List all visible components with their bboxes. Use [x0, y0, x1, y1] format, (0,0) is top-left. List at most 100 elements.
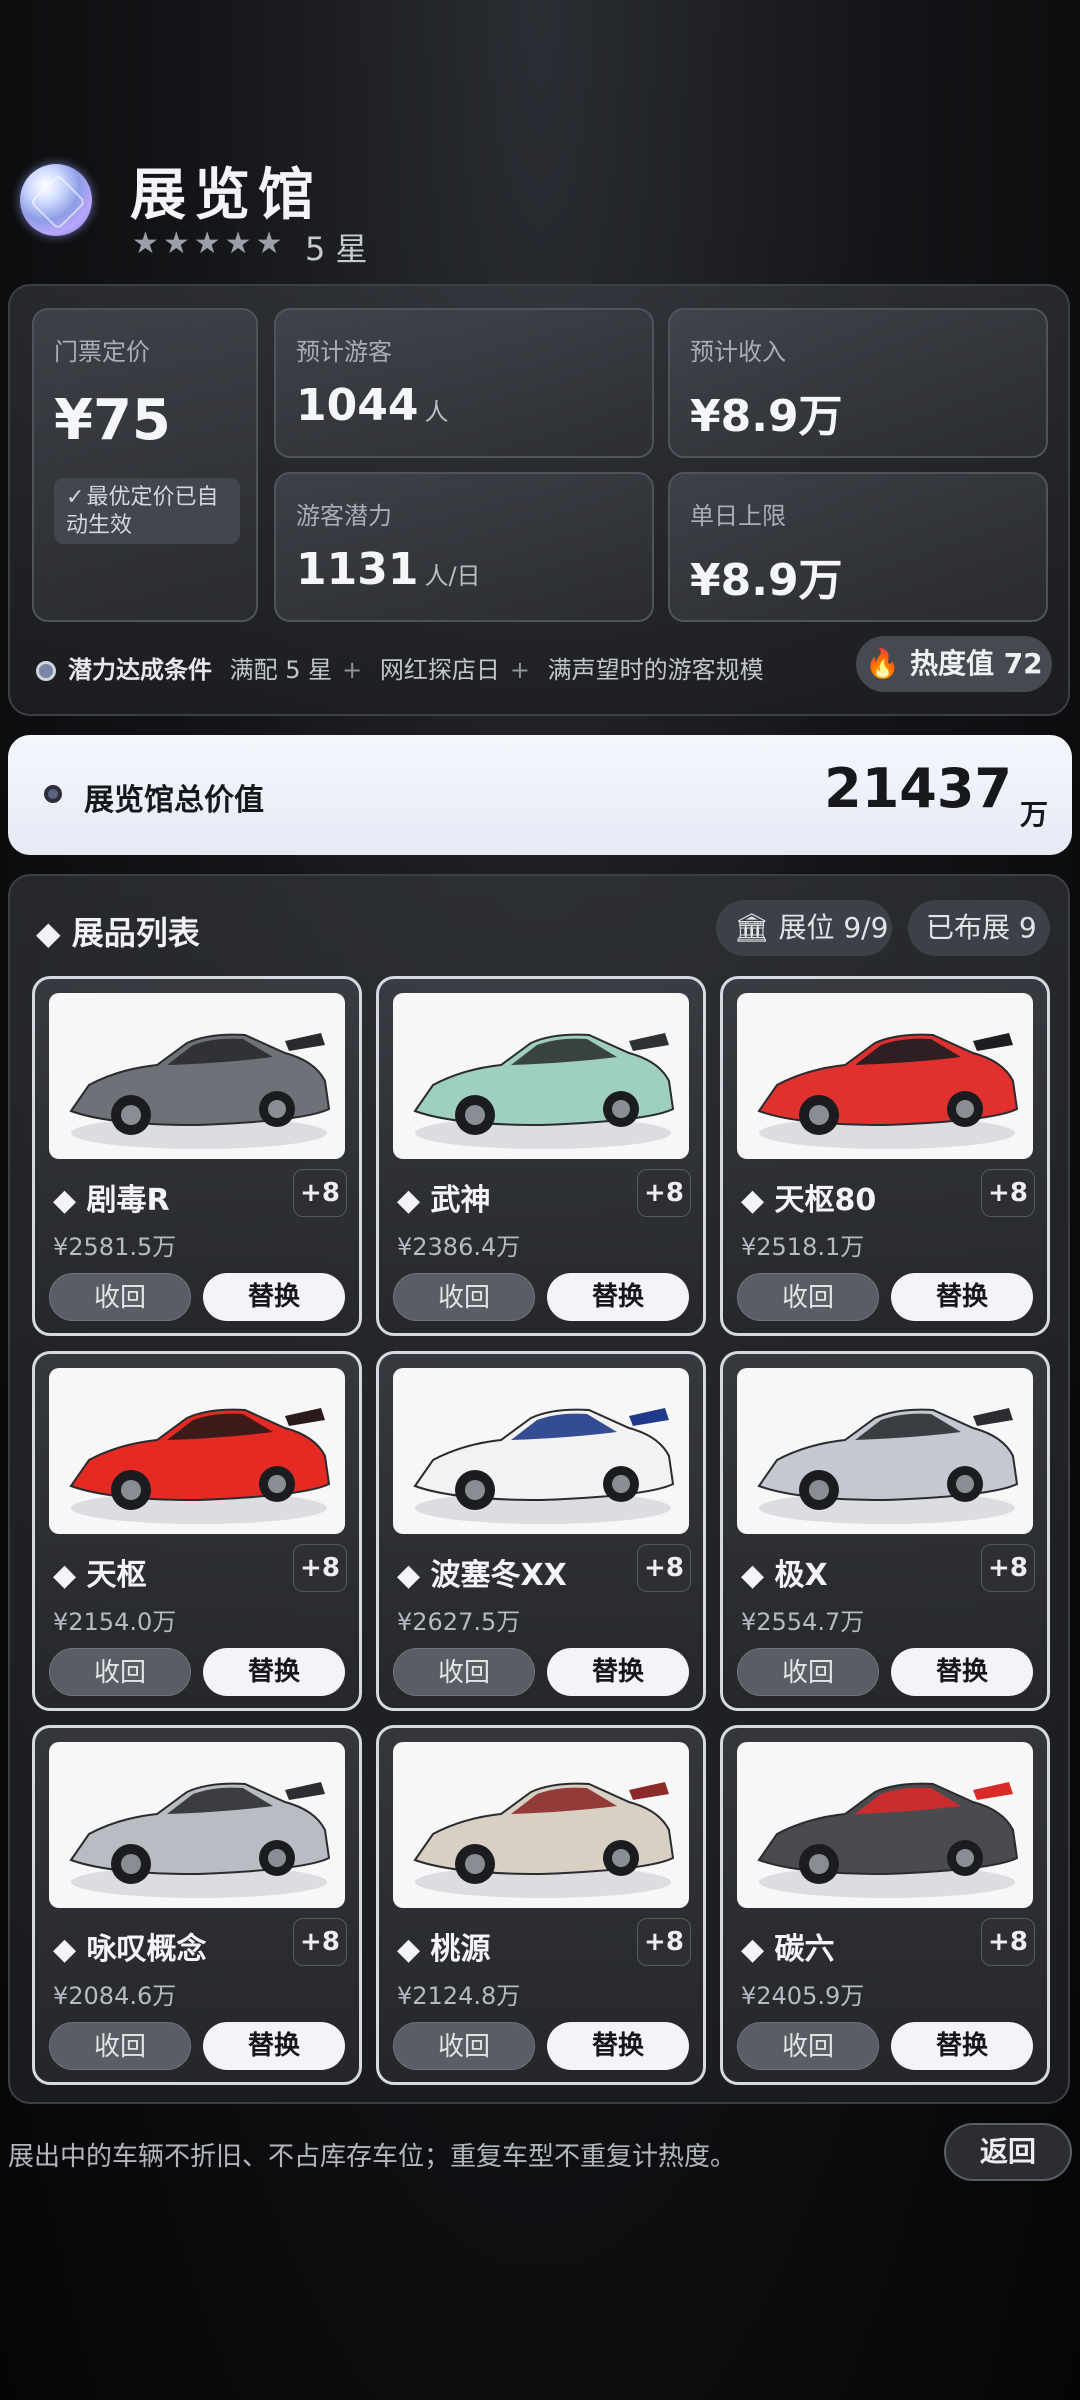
car-image [393, 1742, 689, 1908]
heat-value-badge: 🔥 热度值 72 [856, 636, 1052, 692]
total-value-number: 21437 [824, 757, 1012, 820]
exhibited-count-badge: 已布展 9 [908, 900, 1050, 956]
car-name: ◆ 极X [741, 1558, 828, 1593]
exhibit-list-panel: ◆ 展品列表 🏛 展位 9/9 已布展 9 ◆ 剧毒R +8 ¥2581.5万 收回替… [8, 874, 1070, 2104]
replace-button[interactable]: 替换 [547, 1273, 689, 1321]
car-image [49, 1742, 345, 1908]
expected-income-label: 预计收入 [690, 338, 786, 366]
car-image [737, 993, 1033, 1159]
exhibit-card[interactable]: ◆ 桃源 +8 ¥2124.8万收回 替换 [376, 1725, 706, 2085]
replace-button[interactable]: 替换 [203, 1648, 345, 1696]
car-bonus-badge: +8 [637, 1918, 691, 1966]
visitor-potential-card: 游客潜力 1131 人/日 [274, 472, 654, 622]
return-button[interactable]: 返回 [944, 2123, 1072, 2181]
car-value: ¥2084.6万 [53, 1982, 177, 2010]
car-name: ◆ 天枢 [53, 1558, 147, 1593]
car-value: ¥2405.9万 [741, 1982, 865, 2010]
total-value-label: 展览馆总价值 [84, 783, 264, 818]
exhibit-card[interactable]: ◆ 碳六 +8 ¥2405.9万收回 替换 [720, 1725, 1050, 2085]
car-bonus-badge: +8 [293, 1169, 347, 1217]
ticket-price-card[interactable]: 门票定价 ¥75 ✓最优定价已自动生效 [32, 308, 258, 622]
car-value: ¥2124.8万 [397, 1982, 521, 2010]
retrieve-button[interactable]: 收回 [49, 1273, 191, 1321]
car-name: ◆ 桃源 [397, 1932, 491, 1967]
car-name: ◆ 天枢80 [741, 1183, 877, 1218]
replace-button[interactable]: 替换 [203, 2022, 345, 2070]
car-bonus-badge: +8 [293, 1918, 347, 1966]
retrieve-button[interactable]: 收回 [49, 1648, 191, 1696]
retrieve-button[interactable]: 收回 [393, 1648, 535, 1696]
check-icon: ✓ [66, 485, 85, 510]
replace-button[interactable]: 替换 [891, 2022, 1033, 2070]
total-value-unit: 万 [1019, 798, 1048, 831]
condition-dot-icon [36, 661, 56, 681]
expected-visitors-card: 预计游客 1044 人 [274, 308, 654, 458]
visitor-potential-value: 1131 人/日 [296, 544, 481, 595]
exhibit-card[interactable]: ◆ 天枢 +8 ¥2154.0万 收回 替换 [32, 1351, 362, 1711]
exhibit-card[interactable]: ◆ 波塞冬XX +8 ¥2627.5万收回 替换 [376, 1351, 706, 1711]
replace-button[interactable]: 替换 [891, 1648, 1033, 1696]
exhibit-card[interactable]: ◆ 剧毒R +8 ¥2581.5万收回 替换 [32, 976, 362, 1336]
car-name: ◆ 武神 [397, 1183, 491, 1218]
retrieve-button[interactable]: 收回 [393, 1273, 535, 1321]
exhibit-card[interactable]: ◆ 武神 +8 ¥2386.4万收回 替换 [376, 976, 706, 1336]
replace-button[interactable]: 替换 [203, 1273, 345, 1321]
stats-panel: 门票定价 ¥75 ✓最优定价已自动生效 预计游客 1044 人 预计收入 ¥8.9… [8, 284, 1070, 716]
fire-icon: 🔥 [865, 647, 901, 680]
slot-count-badge: 🏛 展位 9/9 [716, 900, 892, 956]
total-value-icon [44, 785, 62, 803]
car-name: ◆ 咏叹概念 [53, 1932, 207, 1967]
ticket-price-value: ¥75 [54, 388, 171, 453]
car-name: ◆ 碳六 [741, 1932, 835, 1967]
ticket-price-label: 门票定价 [54, 338, 150, 366]
daily-cap-label: 单日上限 [690, 502, 786, 530]
expected-income-value: ¥8.9万 [690, 391, 843, 442]
car-name: ◆ 波塞冬XX [397, 1558, 567, 1593]
total-value-bar: 展览馆总价值 21437 万 [8, 735, 1072, 855]
replace-button[interactable]: 替换 [547, 2022, 689, 2070]
car-bonus-badge: +8 [637, 1169, 691, 1217]
page-title: 展览馆 [130, 163, 322, 228]
expected-visitors-label: 预计游客 [296, 338, 392, 366]
car-image [737, 1742, 1033, 1908]
retrieve-button[interactable]: 收回 [737, 2022, 879, 2070]
car-value: ¥2154.0万 [53, 1608, 177, 1636]
exhibit-card[interactable]: ◆ 极X +8 ¥2554.7万收回 替换 [720, 1351, 1050, 1711]
car-name: ◆ 剧毒R [53, 1183, 170, 1218]
car-image [393, 993, 689, 1159]
replace-button[interactable]: 替换 [547, 1648, 689, 1696]
star-rating-icon: ★★★★★ [132, 226, 287, 261]
exhibit-card[interactable]: ◆ 咏叹概念 +8 ¥2084.6万收回 替换 [32, 1725, 362, 2085]
retrieve-button[interactable]: 收回 [737, 1273, 879, 1321]
header: 展览馆 ★★★★★ 5 星 [20, 150, 1060, 270]
car-image [737, 1368, 1033, 1534]
exhibit-card[interactable]: ◆ 天枢80 +8 ¥2518.1万 收回 替换 [720, 976, 1050, 1336]
optimal-price-badge: ✓最优定价已自动生效 [54, 478, 240, 544]
car-value: ¥2581.5万 [53, 1233, 177, 1261]
visitor-potential-label: 游客潜力 [296, 502, 392, 530]
expected-visitors-value: 1044 人 [296, 380, 449, 431]
daily-cap-value: ¥8.9万 [690, 555, 843, 606]
star-rating-text: 5 星 [305, 230, 368, 268]
car-value: ¥2386.4万 [397, 1233, 521, 1261]
car-image [49, 1368, 345, 1534]
car-value: ¥2627.5万 [397, 1608, 521, 1636]
car-bonus-badge: +8 [637, 1544, 691, 1592]
retrieve-button[interactable]: 收回 [49, 2022, 191, 2070]
retrieve-button[interactable]: 收回 [737, 1648, 879, 1696]
retrieve-button[interactable]: 收回 [393, 2022, 535, 2070]
potential-conditions: 潜力达成条件 满配 5 星 + 网红探店日 + 满声望时的游客规模 [36, 650, 764, 685]
car-image [393, 1368, 689, 1534]
gem-icon [20, 164, 92, 236]
optimal-price-note: 最优定价已自动生效 [66, 485, 219, 538]
car-value: ¥2518.1万 [741, 1233, 865, 1261]
exhibit-list-title: ◆ 展品列表 [36, 914, 200, 952]
museum-icon: 🏛 [734, 911, 770, 944]
daily-cap-card: 单日上限 ¥8.9万 [668, 472, 1048, 622]
car-image [49, 993, 345, 1159]
car-bonus-badge: +8 [981, 1544, 1035, 1592]
car-bonus-badge: +8 [981, 1918, 1035, 1966]
expected-income-card: 预计收入 ¥8.9万 [668, 308, 1048, 458]
replace-button[interactable]: 替换 [891, 1273, 1033, 1321]
car-value: ¥2554.7万 [741, 1608, 865, 1636]
